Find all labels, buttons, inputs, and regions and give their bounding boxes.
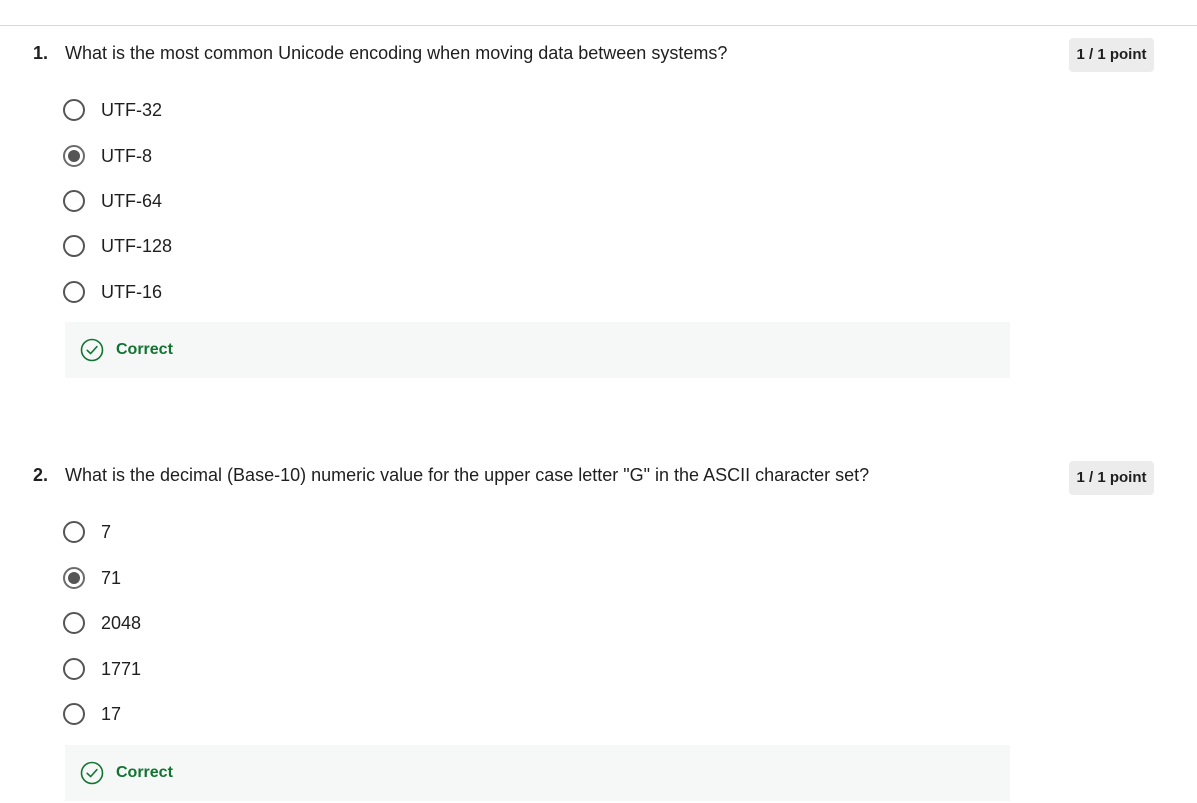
answer-option[interactable]: 1771 — [63, 655, 141, 683]
answer-option[interactable]: UTF-64 — [63, 187, 162, 215]
option-label: UTF-16 — [101, 282, 163, 302]
answer-option[interactable]: 2048 — [63, 609, 141, 637]
feedback-panel: Correct — [65, 322, 1010, 378]
question-text: What is the decimal (Base-10) numeric va… — [65, 465, 870, 485]
option-label: 71 — [101, 568, 122, 588]
option-label: 17 — [101, 704, 122, 724]
radio-icon[interactable] — [63, 658, 85, 680]
radio-icon[interactable] — [63, 703, 85, 725]
radio-icon[interactable] — [63, 521, 85, 543]
answer-option[interactable]: UTF-16 — [63, 278, 162, 306]
feedback-text: Correct — [116, 341, 173, 358]
option-label: 7 — [101, 522, 112, 542]
answer-option[interactable]: UTF-128 — [63, 232, 172, 260]
radio-selected-icon[interactable] — [63, 145, 85, 167]
check-circle-icon — [80, 338, 104, 362]
question-text: What is the most common Unicode encoding… — [65, 43, 728, 63]
radio-dot — [68, 150, 80, 162]
answer-option[interactable]: 17 — [63, 700, 121, 728]
answer-option-selected[interactable]: UTF-8 — [63, 142, 152, 170]
answer-option-selected[interactable]: 71 — [63, 564, 121, 592]
feedback-panel: Correct — [65, 745, 1010, 801]
option-label: UTF-8 — [101, 146, 152, 166]
points-badge: 1 / 1 point — [1069, 461, 1154, 495]
radio-icon[interactable] — [63, 235, 85, 257]
option-label: UTF-32 — [101, 100, 163, 120]
radio-icon[interactable] — [63, 281, 85, 303]
answer-option[interactable]: 7 — [63, 518, 111, 546]
option-label: 1771 — [101, 659, 142, 679]
option-label: UTF-128 — [101, 236, 173, 256]
option-label: 2048 — [101, 613, 142, 633]
check-circle-icon — [80, 761, 104, 785]
header-divider — [0, 25, 1197, 26]
radio-selected-icon[interactable] — [63, 567, 85, 589]
answer-option[interactable]: UTF-32 — [63, 96, 162, 124]
question-number: 2. — [33, 465, 49, 485]
radio-icon[interactable] — [63, 612, 85, 634]
radio-dot — [68, 572, 80, 584]
question-number: 1. — [33, 43, 49, 63]
radio-icon[interactable] — [63, 99, 85, 121]
feedback-text: Correct — [116, 764, 173, 781]
option-label: UTF-64 — [101, 191, 163, 211]
points-badge: 1 / 1 point — [1069, 38, 1154, 72]
radio-icon[interactable] — [63, 190, 85, 212]
